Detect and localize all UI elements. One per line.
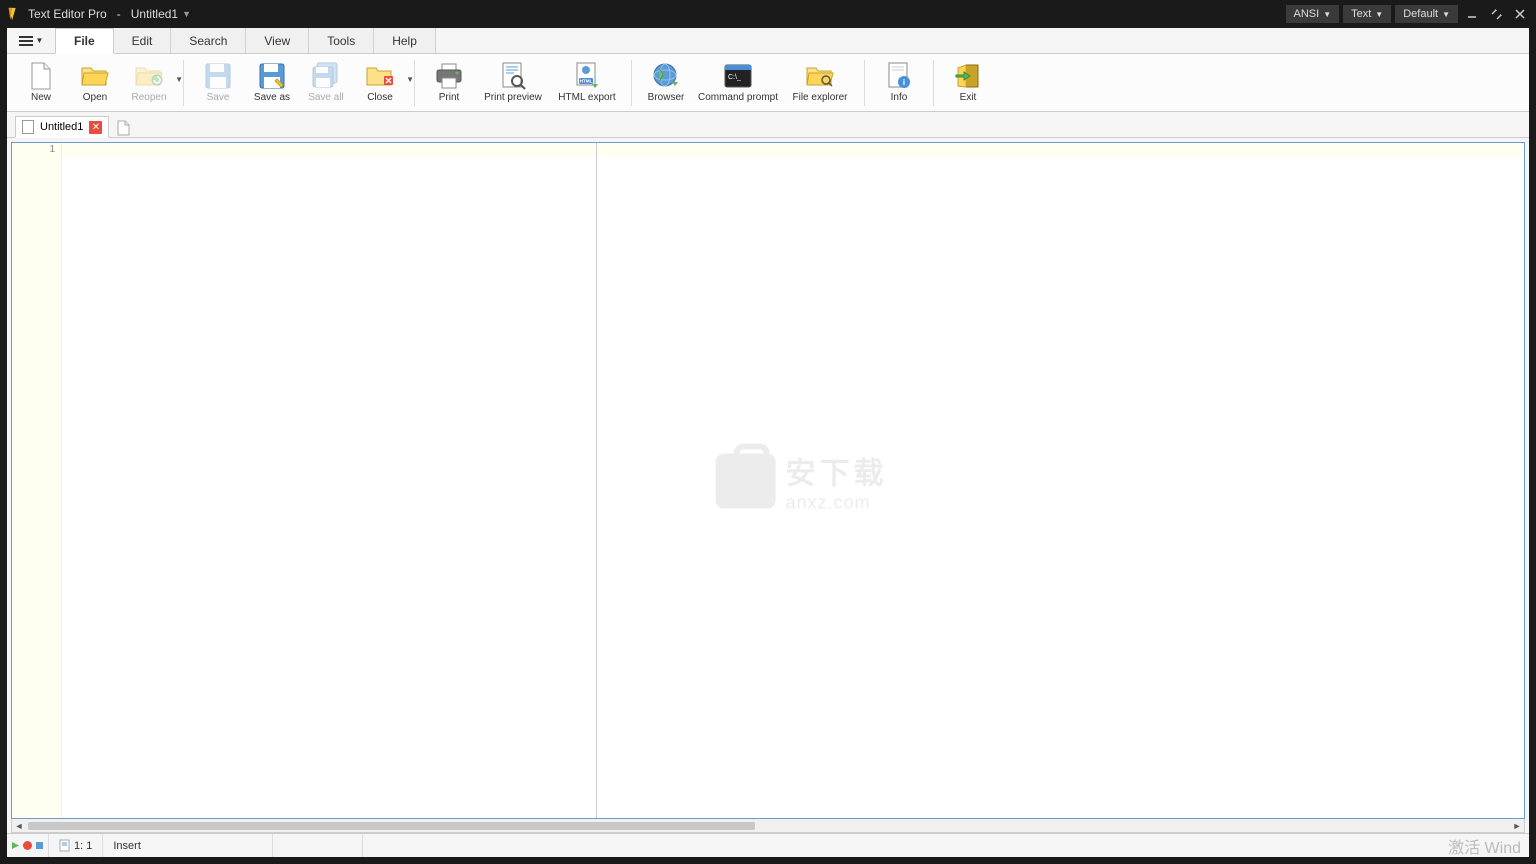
macro-controls bbox=[7, 834, 48, 857]
exit-icon bbox=[954, 62, 982, 90]
browser-button[interactable]: Browser bbox=[640, 57, 692, 109]
line-number-gutter: 1 bbox=[12, 143, 62, 818]
print-preview-button[interactable]: Print preview bbox=[477, 57, 549, 109]
save-as-icon bbox=[258, 62, 286, 90]
svg-text:C:\_: C:\_ bbox=[728, 74, 741, 81]
titlebar: Text Editor Pro - Untitled1 ▼ ANSI▼ Text… bbox=[0, 0, 1536, 28]
menu-tab-help[interactable]: Help bbox=[374, 28, 436, 53]
app-icon bbox=[6, 7, 20, 21]
save-button[interactable]: Save bbox=[192, 57, 244, 109]
horizontal-scrollbar[interactable]: ◄ ► bbox=[11, 819, 1525, 833]
html-export-button[interactable]: HTML HTML export bbox=[551, 57, 623, 109]
status-mode: Insert bbox=[103, 834, 273, 857]
save-all-icon bbox=[312, 62, 340, 90]
save-as-button[interactable]: Save as bbox=[246, 57, 298, 109]
editor-content[interactable]: 安下载 anxz.com bbox=[62, 143, 1524, 818]
cursor-position-icon bbox=[59, 839, 70, 852]
printer-icon bbox=[435, 62, 463, 90]
globe-icon bbox=[652, 62, 680, 90]
doc-tab-label: Untitled1 bbox=[40, 121, 83, 133]
doc-tab-untitled1[interactable]: Untitled1 ✕ bbox=[15, 116, 109, 138]
scroll-right-icon[interactable]: ► bbox=[1510, 820, 1524, 832]
editor-area: 1 安下载 anxz.com ◄ ► bbox=[7, 138, 1529, 833]
scroll-track[interactable] bbox=[26, 821, 1510, 831]
separator bbox=[183, 60, 184, 106]
editor[interactable]: 1 安下载 anxz.com bbox=[11, 142, 1525, 819]
reopen-button[interactable]: Reopen ▼ bbox=[123, 57, 175, 109]
close-folder-icon bbox=[366, 62, 394, 90]
hamburger-menu[interactable]: ▼ bbox=[7, 28, 55, 53]
doc-name: Untitled1 bbox=[131, 7, 178, 21]
activation-notice: 激活 Wind bbox=[1448, 834, 1521, 858]
app-title: Text Editor Pro - Untitled1 bbox=[28, 7, 178, 21]
watermark-bag-icon bbox=[716, 453, 776, 508]
separator bbox=[631, 60, 632, 106]
info-button[interactable]: i Info bbox=[873, 57, 925, 109]
open-folder-icon bbox=[81, 62, 109, 90]
status-empty bbox=[273, 834, 363, 857]
maximize-button[interactable] bbox=[1486, 4, 1506, 24]
document-tabs: Untitled1 ✕ bbox=[7, 112, 1529, 138]
macro-stop-icon[interactable] bbox=[35, 841, 44, 850]
chevron-down-icon: ▼ bbox=[175, 75, 183, 84]
new-doc-tab[interactable] bbox=[113, 119, 133, 137]
hamburger-icon bbox=[19, 36, 33, 46]
chevron-down-icon: ▼ bbox=[406, 75, 414, 84]
new-file-icon bbox=[27, 62, 55, 90]
chevron-down-icon: ▼ bbox=[36, 36, 44, 45]
close-button[interactable] bbox=[1510, 4, 1530, 24]
menu-tab-view[interactable]: View bbox=[246, 28, 309, 53]
new-document-icon bbox=[117, 120, 130, 136]
separator bbox=[414, 60, 415, 106]
print-preview-icon bbox=[499, 62, 527, 90]
exit-button[interactable]: Exit bbox=[942, 57, 994, 109]
file-explorer-icon bbox=[806, 62, 834, 90]
info-icon: i bbox=[885, 62, 913, 90]
document-icon bbox=[22, 120, 34, 134]
svg-text:HTML: HTML bbox=[580, 79, 593, 84]
macro-play-icon[interactable] bbox=[11, 841, 20, 850]
new-button[interactable]: New bbox=[15, 57, 67, 109]
html-export-icon: HTML bbox=[573, 62, 601, 90]
separator bbox=[864, 60, 865, 106]
separator bbox=[933, 60, 934, 106]
open-button[interactable]: Open bbox=[69, 57, 121, 109]
file-explorer-button[interactable]: File explorer bbox=[784, 57, 856, 109]
app-name: Text Editor Pro bbox=[28, 7, 107, 21]
save-all-button[interactable]: Save all bbox=[300, 57, 352, 109]
menu-tab-file[interactable]: File bbox=[55, 28, 114, 54]
theme-combo[interactable]: Default▼ bbox=[1395, 5, 1458, 23]
watermark-cn: 安下载 bbox=[786, 448, 888, 492]
close-tab-icon[interactable]: ✕ bbox=[89, 121, 102, 134]
menu-tab-search[interactable]: Search bbox=[171, 28, 246, 53]
type-combo[interactable]: Text▼ bbox=[1343, 5, 1391, 23]
watermark: 安下载 anxz.com bbox=[716, 448, 888, 513]
command-prompt-button[interactable]: C:\_ Command prompt bbox=[694, 57, 782, 109]
ribbon-toolbar: New Open Reopen ▼ Save Save as Save all … bbox=[7, 54, 1529, 112]
close-file-button[interactable]: Close ▼ bbox=[354, 57, 406, 109]
watermark-en: anxz.com bbox=[786, 492, 888, 513]
scroll-thumb[interactable] bbox=[28, 822, 755, 830]
minimize-button[interactable] bbox=[1462, 4, 1482, 24]
status-position: 1: 1 bbox=[48, 834, 103, 857]
svg-text:i: i bbox=[903, 78, 905, 87]
menu-tab-edit[interactable]: Edit bbox=[114, 28, 172, 53]
status-bar: 1: 1 Insert 激活 Wind bbox=[7, 833, 1529, 857]
encoding-combo[interactable]: ANSI▼ bbox=[1286, 5, 1340, 23]
reopen-folder-icon bbox=[135, 62, 163, 90]
chevron-down-icon: ▼ bbox=[1375, 10, 1383, 19]
menu-bar: ▼ File Edit Search View Tools Help bbox=[7, 28, 1529, 54]
menu-tab-tools[interactable]: Tools bbox=[309, 28, 374, 53]
title-dropdown-icon[interactable]: ▼ bbox=[182, 9, 191, 19]
chevron-down-icon: ▼ bbox=[1442, 10, 1450, 19]
scroll-left-icon[interactable]: ◄ bbox=[12, 820, 26, 832]
print-button[interactable]: Print bbox=[423, 57, 475, 109]
column-ruler bbox=[596, 143, 597, 818]
terminal-icon: C:\_ bbox=[724, 62, 752, 90]
chevron-down-icon: ▼ bbox=[1323, 10, 1331, 19]
save-icon bbox=[204, 62, 232, 90]
current-line-highlight bbox=[62, 143, 1524, 157]
macro-record-icon[interactable] bbox=[23, 841, 32, 850]
line-number: 1 bbox=[12, 144, 55, 155]
